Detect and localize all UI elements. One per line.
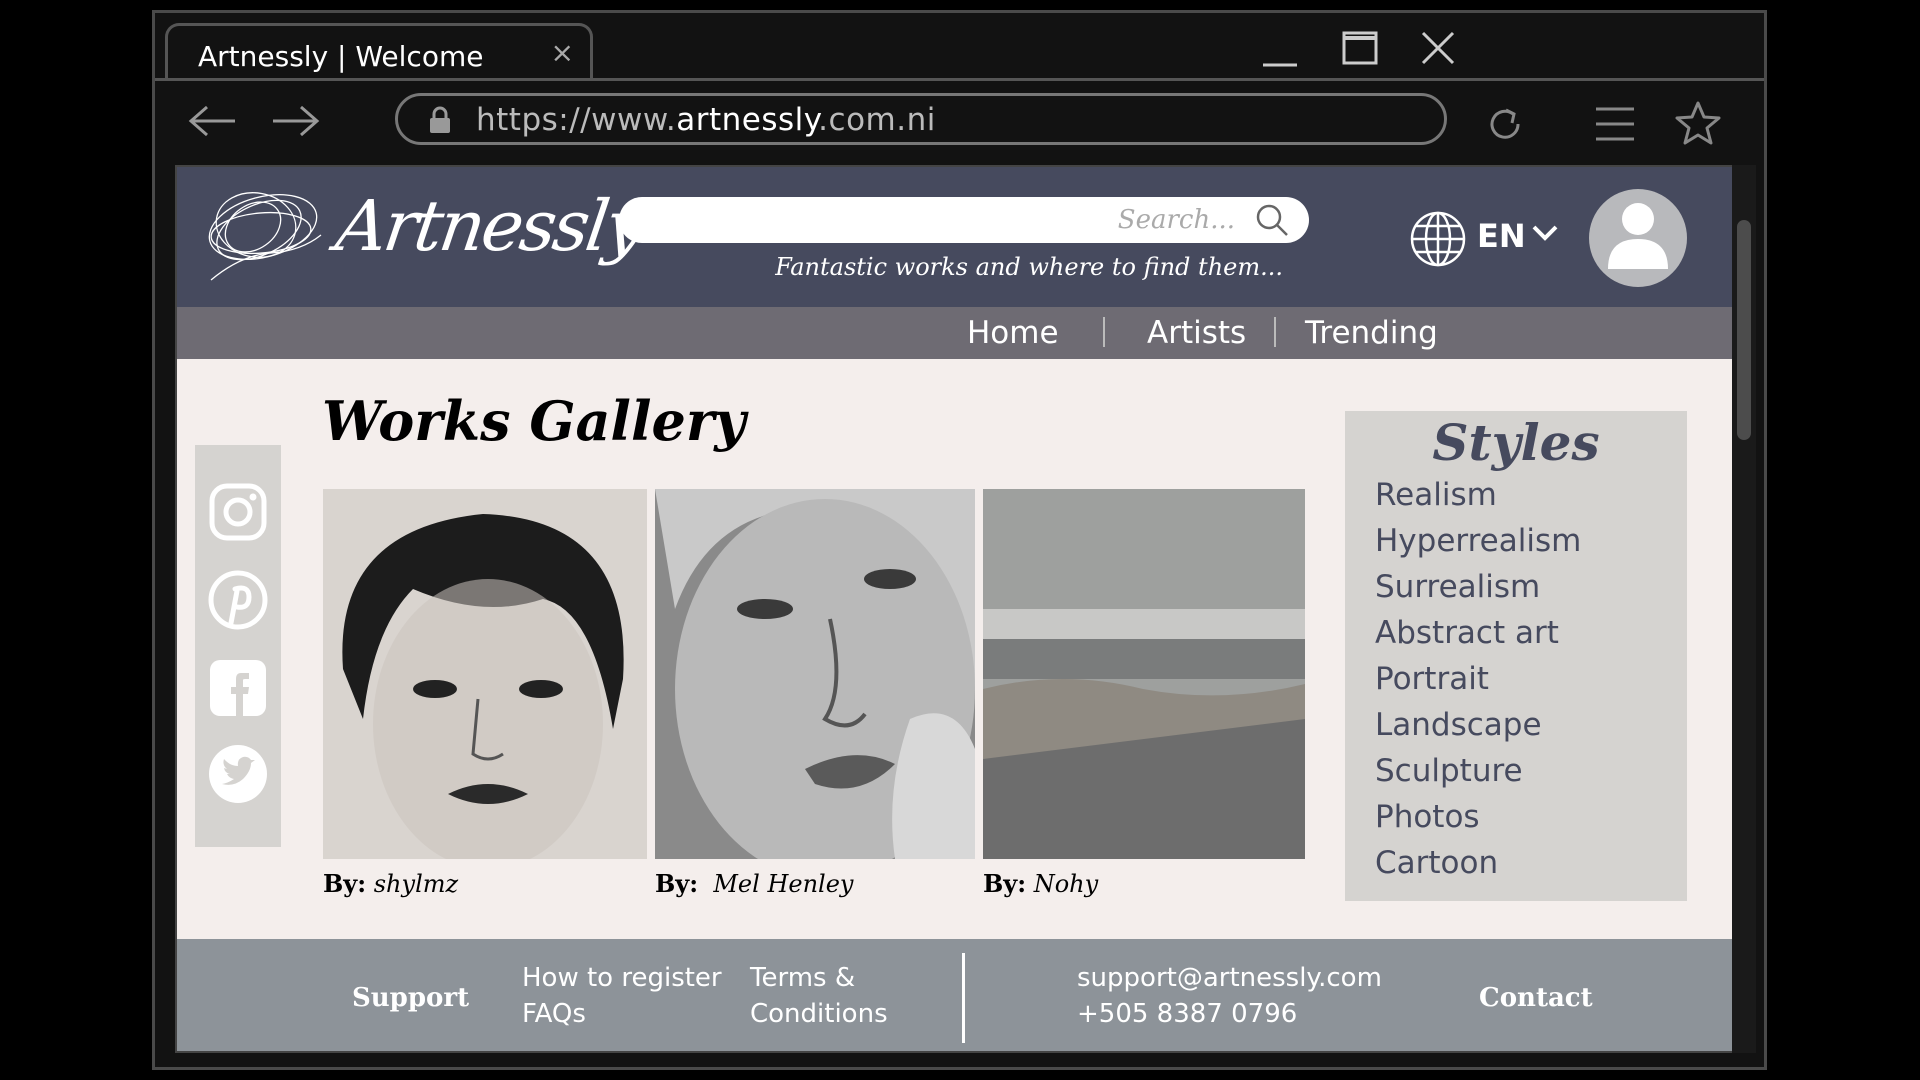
- search-input[interactable]: Search...: [619, 197, 1309, 243]
- instagram-icon[interactable]: [207, 481, 269, 543]
- artwork-caption: By: shylmz: [323, 869, 458, 898]
- style-item-landscape[interactable]: Landscape: [1375, 707, 1542, 743]
- nav-artists[interactable]: Artists: [1147, 315, 1246, 351]
- language-selector[interactable]: EN: [1477, 217, 1526, 255]
- facebook-icon[interactable]: [207, 657, 269, 719]
- address-bar[interactable]: https://www.artnessly.com.ni: [395, 93, 1447, 145]
- footer-register-link[interactable]: How to register: [522, 959, 722, 997]
- style-item-portrait[interactable]: Portrait: [1375, 661, 1489, 697]
- social-sidebar: [195, 445, 281, 847]
- user-avatar-icon: [1608, 203, 1668, 269]
- url-prefix: https://www.: [476, 102, 677, 138]
- style-item-abstract-art[interactable]: Abstract art: [1375, 615, 1559, 651]
- tab-title: Artnessly | Welcome: [198, 40, 484, 73]
- page-scrollbar[interactable]: [1732, 165, 1756, 1053]
- artist-name[interactable]: Nohy: [1034, 870, 1098, 898]
- footer-contact-label: Contact: [1479, 983, 1593, 1013]
- globe-icon[interactable]: [1409, 209, 1467, 269]
- artwork-portrait-mel-henley[interactable]: [655, 489, 975, 859]
- footer-phone[interactable]: +505 8387 0796: [1077, 995, 1297, 1033]
- reload-icon[interactable]: [1480, 99, 1530, 149]
- site-header: Artnessly Search... Fantastic works and …: [177, 167, 1733, 307]
- user-avatar[interactable]: [1589, 189, 1687, 287]
- footer-terms-link-line2[interactable]: Conditions: [750, 995, 888, 1033]
- url-suffix: .com.ni: [818, 102, 936, 138]
- by-label: By:: [983, 869, 1027, 898]
- site-logo-text[interactable]: Artnessly: [331, 185, 648, 267]
- artwork-caption: By: Nohy: [983, 869, 1098, 898]
- browser-window: Artnessly | Welcome × https://www.artnes…: [152, 10, 1767, 1070]
- tab-strip-divider: [155, 78, 1764, 81]
- scrollbar-thumb[interactable]: [1737, 220, 1751, 440]
- tab-close-icon[interactable]: ×: [551, 36, 574, 69]
- by-label: By:: [655, 869, 699, 898]
- nav-divider: [1274, 317, 1276, 347]
- gallery-title: Works Gallery: [322, 389, 746, 453]
- footer-divider: [962, 953, 965, 1043]
- twitter-icon[interactable]: [207, 743, 269, 805]
- style-item-hyperrealism[interactable]: Hyperrealism: [1375, 523, 1581, 559]
- style-item-sculpture[interactable]: Sculpture: [1375, 753, 1523, 789]
- footer-support-label: Support: [352, 983, 470, 1013]
- window-minimize-icon[interactable]: [1255, 27, 1305, 73]
- nav-divider: [1103, 317, 1105, 347]
- footer-email[interactable]: support@artnessly.com: [1077, 959, 1382, 997]
- artwork-photo-nohy[interactable]: [983, 489, 1305, 859]
- footer-terms-link[interactable]: Terms &: [750, 959, 855, 997]
- web-page: Artnessly Search... Fantastic works and …: [175, 165, 1735, 1053]
- window-maximize-icon[interactable]: [1335, 27, 1385, 73]
- site-tagline: Fantastic works and where to find them..…: [775, 253, 1283, 281]
- url-text: https://www.artnessly.com.ni: [476, 102, 936, 138]
- chevron-down-icon[interactable]: [1531, 223, 1559, 243]
- pinterest-icon[interactable]: [207, 569, 269, 631]
- nav-trending[interactable]: Trending: [1305, 315, 1438, 351]
- main-nav: Home Artists Trending: [177, 307, 1733, 359]
- artist-name[interactable]: shylmz: [374, 870, 458, 898]
- artist-name[interactable]: Mel Henley: [713, 870, 853, 898]
- back-arrow-icon[interactable]: [185, 101, 241, 141]
- by-label: By:: [323, 869, 367, 898]
- search-placeholder: Search...: [1117, 205, 1235, 235]
- scribble-logo-icon[interactable]: [201, 175, 331, 290]
- nav-home[interactable]: Home: [967, 315, 1059, 351]
- browser-tab[interactable]: Artnessly | Welcome ×: [165, 23, 593, 81]
- style-item-realism[interactable]: Realism: [1375, 477, 1497, 513]
- artwork-caption: By: Mel Henley: [655, 869, 853, 898]
- artwork-portrait-shylmz[interactable]: [323, 489, 647, 859]
- url-domain: artnessly: [676, 102, 819, 138]
- style-item-cartoon[interactable]: Cartoon: [1375, 845, 1498, 881]
- bookmark-star-icon[interactable]: [1673, 99, 1723, 149]
- menu-icon[interactable]: [1590, 99, 1640, 149]
- styles-panel: Styles Realism Hyperrealism Surrealism A…: [1345, 411, 1687, 901]
- window-close-icon[interactable]: [1413, 27, 1463, 73]
- lock-icon: [430, 106, 450, 133]
- site-footer: Support How to register FAQs Terms & Con…: [177, 939, 1733, 1051]
- style-item-surrealism[interactable]: Surrealism: [1375, 569, 1540, 605]
- search-icon[interactable]: [1255, 203, 1289, 237]
- style-item-photos[interactable]: Photos: [1375, 799, 1480, 835]
- footer-faq-link[interactable]: FAQs: [522, 995, 586, 1033]
- forward-arrow-icon[interactable]: [267, 101, 323, 141]
- styles-title: Styles: [1432, 413, 1600, 472]
